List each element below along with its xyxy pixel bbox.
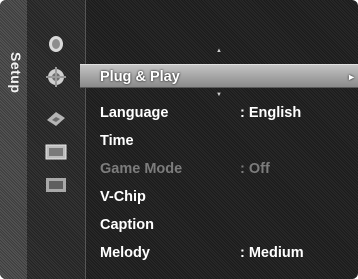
submenu-arrow-icon: ►	[347, 72, 356, 82]
menu-item-label: Language	[100, 105, 169, 121]
channel-icon[interactable]	[44, 108, 68, 130]
menu-item-value: : Medium	[240, 245, 304, 261]
picture-icon[interactable]	[44, 32, 68, 54]
setup-tab-label: Setup	[8, 52, 24, 94]
menu-item-plug-and-play[interactable]: Plug & Play ►	[80, 64, 358, 88]
menu-item-label: Melody	[100, 245, 150, 261]
menu-category-icons	[27, 0, 86, 279]
menu-item-melody[interactable]: Melody : Medium	[86, 241, 358, 265]
menu-item-label: V-Chip	[100, 189, 146, 205]
scroll-down-arrow[interactable]: ▼	[216, 92, 222, 98]
menu-item-label: Plug & Play	[100, 69, 180, 85]
menu-item-value: : English	[240, 105, 302, 121]
input-icon[interactable]	[44, 141, 68, 163]
tv-menu-screen: Setup ▲ Plug & Play ► ▼ Language: Engli…	[0, 0, 358, 279]
menu-item-game-mode: Game Mode : Off	[86, 157, 358, 181]
menu-item-time[interactable]: Time	[86, 129, 358, 153]
menu-item-v-chip[interactable]: V-Chip	[86, 185, 358, 209]
sound-icon[interactable]	[44, 66, 68, 88]
menu-item-label: Caption	[100, 217, 154, 233]
menu-item-caption[interactable]: Caption	[86, 213, 358, 237]
support-icon[interactable]	[44, 174, 68, 196]
menu-item-value: : Off	[240, 161, 270, 177]
menu-item-language[interactable]: Language : English	[86, 101, 358, 125]
setup-tab[interactable]: Setup	[0, 0, 27, 279]
menu-item-label: Game Mode	[100, 161, 183, 177]
scroll-up-arrow[interactable]: ▲	[216, 48, 222, 54]
menu-item-label: Time	[100, 133, 134, 149]
setup-menu-list: ▲ Plug & Play ► ▼ Language : English Tim…	[80, 0, 358, 279]
